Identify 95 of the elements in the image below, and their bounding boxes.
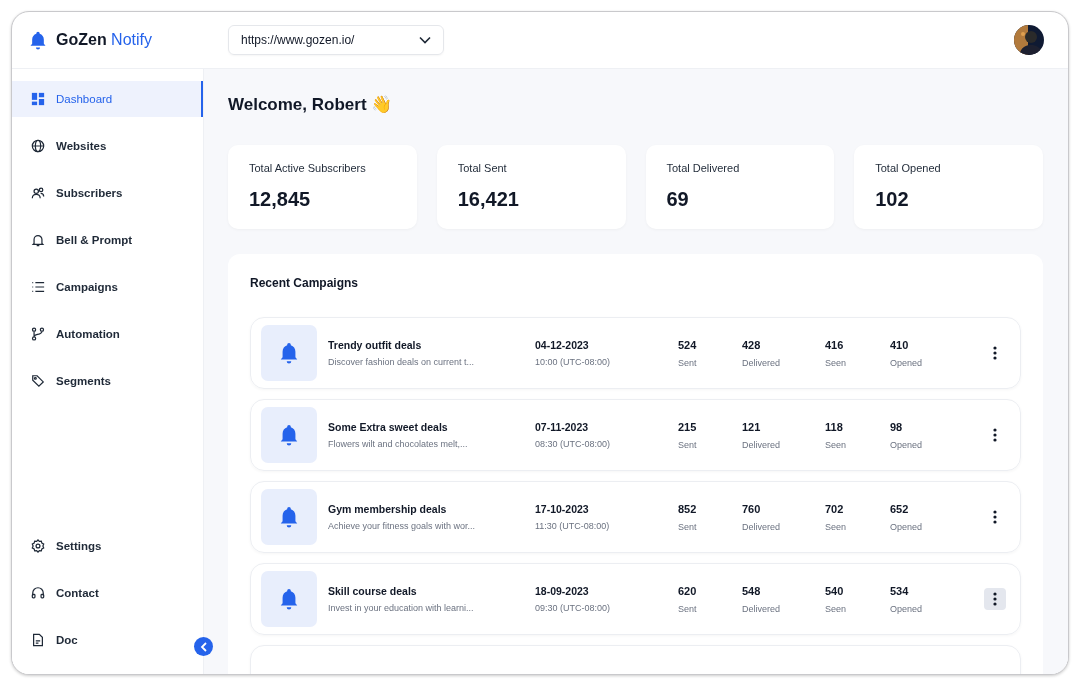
welcome-heading: Welcome, Robert 👋 [228,94,394,116]
campaign-time: 09:30 (UTC-08:00) [535,603,612,613]
chevron-down-icon [419,36,431,44]
brand-name: GoZen Notify [56,31,152,49]
stat-value: 69 [666,188,690,211]
website-select[interactable]: https://www.gozen.io/ [228,25,444,55]
campaign-card[interactable]: Trendy outfit deals Discover fashion deals on current t... 04-12-2023 10:00 (UTC-08:00) 524 Sent 428 Delivered 416 Seen 410 Opened [250,317,1021,389]
bell-icon [261,489,317,545]
nav-item[interactable]: Contact [12,575,191,611]
metric-label: Sent [678,603,698,614]
campaign-card[interactable]: Some Extra sweet deals Flowers wilt and chocolates melt,... 07-11-2023 08:30 (UTC-08:00) 215 Sent 121 Delivered 118 Seen 98 Opened [250,399,1021,471]
stat-label: Total Active Subscribers [249,162,367,174]
metric-value: 534 [890,584,910,597]
campaign-description: Invest in your education with learni... [328,603,475,613]
metric-label: Sent [678,439,698,450]
branch-icon [31,327,45,341]
dashboard-icon [31,92,45,106]
campaign-time: 10:00 (UTC-08:00) [535,357,612,367]
metric-value: 524 [678,338,698,351]
metric-label: Delivered [742,603,782,614]
nav-item[interactable]: Campaigns [12,269,203,305]
nav-item[interactable]: Dashboard [12,81,203,117]
chevron-left-icon [199,641,208,652]
stat-label: Total Opened [875,162,942,174]
metric-label: Opened [890,439,924,450]
nav-item[interactable]: Bell & Prompt [12,222,203,258]
kebab-menu-icon [993,428,997,442]
campaign-date: 18-09-2023 [535,585,590,597]
campaign-card[interactable]: Gym membership deals Achieve your fitness goals with wor... 17-10-2023 11:30 (UTC-08:00) 852 Sent 760 Delivered 702 Seen 652 Opened [250,481,1021,553]
stat-value: 102 [875,188,910,211]
metric-value: 215 [678,420,698,433]
metric-value: 118 [825,420,844,433]
metric-label: Opened [890,603,924,614]
campaign-description: Flowers wilt and chocolates melt,... [328,439,469,449]
headset-icon [31,586,45,600]
nav-item[interactable]: Doc [12,622,191,658]
nav-item[interactable]: Websites [12,128,203,164]
metric-value: 652 [890,502,910,515]
bell-icon [261,325,317,381]
nav-item[interactable]: Automation [12,316,203,352]
users-icon [31,186,45,200]
kebab-menu-icon [993,592,997,606]
nav-item[interactable]: Subscribers [12,175,203,211]
metric-label: Delivered [742,357,782,368]
stat-label: Total Delivered [666,162,741,174]
campaign-time: 08:30 (UTC-08:00) [535,439,612,449]
metric-value: 852 [678,502,698,515]
globe-icon [31,139,45,153]
more-menu-button[interactable] [984,588,1006,610]
tag-icon [31,374,45,388]
bell-icon [261,571,317,627]
stat-label: Total Sent [457,162,508,174]
stat-value: 12,845 [249,188,312,211]
metric-value: 760 [742,502,762,515]
metric-value: 98 [890,420,904,433]
metric-value: 121 [742,420,762,433]
document-icon [31,633,45,647]
metric-label: Opened [890,521,924,532]
metric-value: 548 [742,584,762,597]
bell-icon [261,407,317,463]
metric-label: Seen [825,603,848,614]
campaign-date: 07-11-2023 [535,421,590,433]
list-icon [31,280,45,294]
stat-value: 16,421 [457,188,520,211]
campaign-title: Skill course deals [328,585,418,597]
metric-label: Delivered [742,439,782,450]
campaign-description: Achieve your fitness goals with wor... [328,521,477,531]
metric-value: 416 [825,338,845,351]
campaign-title: Gym membership deals [328,503,448,515]
kebab-menu-icon [993,346,997,360]
gear-icon [31,539,45,553]
bell-icon [31,233,45,247]
nav-item[interactable]: Segments [12,363,203,399]
metric-label: Seen [825,439,848,450]
metric-label: Opened [890,357,924,368]
nav-item[interactable]: Settings [12,528,191,564]
campaign-description: Discover fashion deals on current t... [328,357,476,367]
campaign-time: 11:30 (UTC-08:00) [535,521,611,531]
metric-value: 702 [825,502,845,515]
campaign-date: 04-12-2023 [535,339,590,351]
campaign-title: Trendy outfit deals [328,339,423,351]
metric-label: Delivered [742,521,782,532]
metric-label: Sent [678,521,698,532]
campaign-card[interactable]: Skill course deals Invest in your education with learni... 18-09-2023 09:30 (UTC-08:00) 620 Sent 548 Delivered 540 Seen 534 Opened [250,563,1021,635]
campaign-title: Some Extra sweet deals [328,421,449,433]
metric-value: 620 [678,584,698,597]
metric-value: 428 [742,338,762,351]
panel-title: Recent Campaigns [250,276,360,290]
kebab-menu-icon [993,510,997,524]
metric-value: 410 [890,338,910,351]
campaign-date: 17-10-2023 [535,503,590,515]
metric-label: Sent [678,357,698,368]
metric-label: Seen [825,357,848,368]
metric-label: Seen [825,521,848,532]
metric-value: 540 [825,584,845,597]
